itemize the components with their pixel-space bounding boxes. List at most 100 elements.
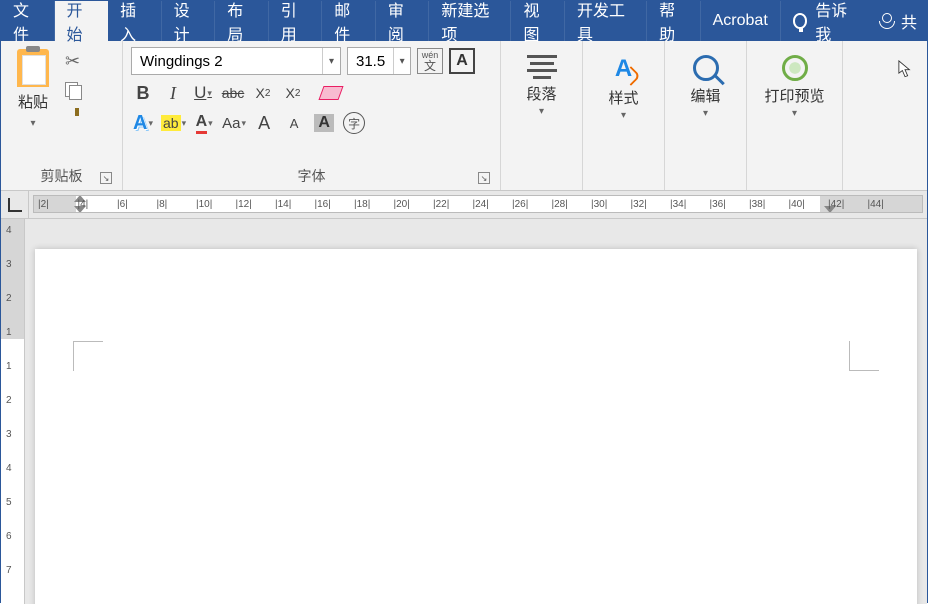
character-border-button[interactable]: A [449, 49, 475, 73]
strikethrough-button[interactable]: abc [221, 81, 245, 105]
tell-me-label: 告诉我 [815, 0, 857, 45]
text-effects-icon: A [133, 112, 147, 135]
edit-area: 43211234567 [1, 219, 927, 604]
print-preview-button[interactable] [782, 55, 808, 81]
ruler-tick: 7 [6, 565, 12, 576]
tab-layout[interactable]: 布局 [215, 1, 269, 41]
tab-view[interactable]: 视图 [511, 1, 565, 41]
enclose-characters-button[interactable]: 字 [342, 111, 366, 135]
paste-button[interactable]: 粘贴 ▾ [9, 45, 57, 129]
chevron-down-icon[interactable]: ▾ [322, 48, 340, 74]
character-shading-button[interactable]: A [312, 111, 336, 135]
text-effects-button[interactable]: A▾ [131, 111, 155, 135]
chevron-down-icon[interactable]: ▾ [621, 110, 626, 121]
page-corner-top-left [73, 341, 103, 371]
vertical-ruler[interactable]: 43211234567 [1, 219, 25, 604]
group-clipboard: 粘贴 ▾ ✂ 剪贴板 ↘ [1, 41, 123, 190]
document-viewport[interactable] [25, 219, 927, 604]
tab-acrobat[interactable]: Acrobat [701, 1, 781, 41]
horizontal-ruler[interactable]: |2||4||6||8||10||12||14||16||18||20||22|… [33, 195, 923, 213]
styles-icon: A [615, 55, 632, 83]
ruler-tick: |14| [275, 199, 291, 210]
ruler-area: |2||4||6||8||10||12||14||16||18||20||22|… [1, 191, 927, 219]
tab-file[interactable]: 文件 [1, 1, 55, 41]
tab-references[interactable]: 引用 [269, 1, 323, 41]
group-font: Wingdings 2 ▾ 31.5 ▾ wén 文 A [123, 41, 501, 190]
group-paragraph: 段落 ▾ [501, 41, 583, 190]
change-case-button[interactable]: Aa▾ [222, 111, 246, 135]
chevron-down-icon[interactable]: ▾ [703, 108, 708, 119]
chevron-down-icon[interactable]: ▾ [539, 106, 544, 117]
ruler-tick: 3 [6, 429, 12, 440]
share-button[interactable]: 共 [869, 9, 927, 33]
ruler-tick: |30| [591, 199, 607, 210]
tab-developer[interactable]: 开发工具 [565, 1, 647, 41]
paragraph-icon [527, 55, 557, 79]
chevron-down-icon[interactable]: ▾ [792, 108, 797, 119]
chevron-down-icon[interactable]: ▾ [208, 118, 213, 129]
paragraph-button[interactable] [527, 55, 557, 79]
subscript-button[interactable]: X2 [251, 81, 275, 105]
font-color-button[interactable]: A▾ [192, 111, 216, 135]
chevron-down-icon[interactable]: ▾ [207, 88, 212, 99]
group-styles: A 样式 ▾ [583, 41, 665, 190]
ruler-tick: |44| [868, 199, 884, 210]
grow-font-button[interactable]: A [252, 111, 276, 135]
ruler-tick: 5 [6, 497, 12, 508]
person-icon [879, 13, 895, 29]
underline-button[interactable]: U▾ [191, 81, 215, 105]
tab-design[interactable]: 设计 [162, 1, 216, 41]
ruler-tick: |20| [394, 199, 410, 210]
paragraph-label: 段落 [526, 83, 556, 104]
highlight-button[interactable]: ab▾ [161, 111, 186, 135]
tab-insert[interactable]: 插入 [108, 1, 162, 41]
font-dialog-launcher[interactable]: ↘ [478, 172, 490, 184]
group-clipboard-label: 剪贴板 [41, 168, 83, 184]
scissors-icon: ✂ [65, 51, 80, 71]
cut-button[interactable]: ✂ [65, 51, 80, 72]
font-name-combo[interactable]: Wingdings 2 ▾ [131, 47, 341, 75]
phonetic-guide-icon: wén 文 [417, 48, 443, 74]
tab-help[interactable]: 帮助 [647, 1, 701, 41]
styles-button[interactable]: A [615, 55, 632, 83]
ruler-tick: |22| [433, 199, 449, 210]
shrink-font-button[interactable]: A [282, 111, 306, 135]
group-font-label: 字体 [298, 168, 326, 184]
ruler-tick: |16| [315, 199, 331, 210]
eraser-icon [318, 86, 343, 100]
tab-selector[interactable] [1, 191, 29, 218]
bold-button[interactable]: B [131, 81, 155, 105]
ruler-margin-top [1, 219, 24, 339]
tab-review[interactable]: 审阅 [376, 1, 430, 41]
search-icon [693, 55, 719, 81]
tell-me-search[interactable]: 告诉我 [781, 0, 869, 45]
ruler-tick: |40| [789, 199, 805, 210]
italic-button[interactable]: I [161, 81, 185, 105]
ruler-tick: 1 [6, 327, 12, 338]
chevron-down-icon[interactable]: ▾ [393, 48, 410, 74]
chevron-down-icon[interactable]: ▾ [242, 118, 247, 129]
ruler-tick: 3 [6, 259, 12, 270]
font-size-combo[interactable]: 31.5 ▾ [347, 47, 411, 75]
chevron-down-icon[interactable]: ▾ [30, 118, 35, 129]
ruler-tick: |28| [552, 199, 568, 210]
superscript-button[interactable]: X2 [281, 81, 305, 105]
ruler-tick: |10| [196, 199, 212, 210]
clipboard-dialog-launcher[interactable]: ↘ [100, 172, 112, 184]
document-page[interactable] [35, 249, 917, 604]
tab-mailings[interactable]: 邮件 [322, 1, 376, 41]
bulb-icon [793, 13, 807, 29]
editing-button[interactable] [693, 55, 719, 81]
group-editing: 编辑 ▾ [665, 41, 747, 190]
ruler-tick: |24| [473, 199, 489, 210]
ruler-tick: 2 [6, 395, 12, 406]
chevron-down-icon[interactable]: ▾ [148, 118, 153, 129]
ruler-tick: |12| [236, 199, 252, 210]
tab-newtab[interactable]: 新建选项 [429, 1, 511, 41]
ruler-tick: 6 [6, 531, 12, 542]
ruler-tick: |32| [631, 199, 647, 210]
chevron-down-icon[interactable]: ▾ [182, 118, 187, 129]
clear-formatting-button[interactable] [311, 81, 351, 105]
phonetic-guide-button[interactable]: wén 文 [417, 49, 443, 73]
tab-home[interactable]: 开始 [55, 1, 109, 41]
